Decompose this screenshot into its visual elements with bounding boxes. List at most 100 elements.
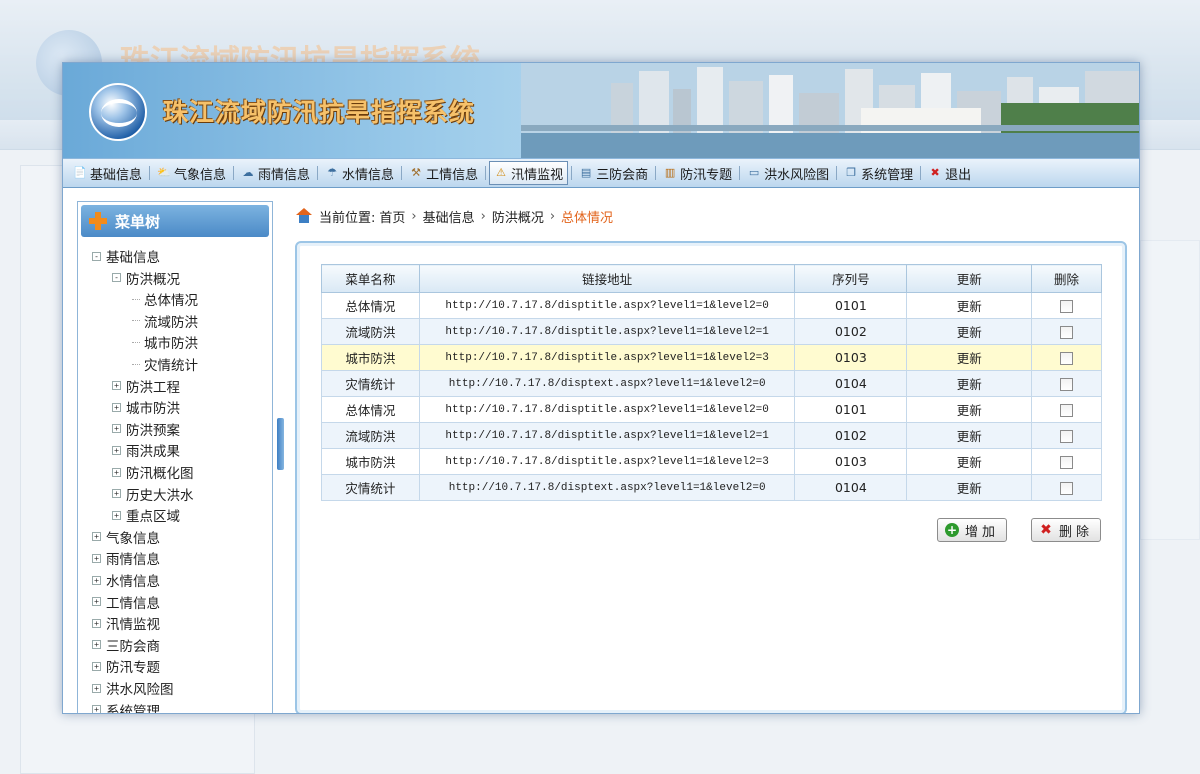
- nav-item-6[interactable]: ▤ 三防会商: [575, 161, 652, 185]
- breadcrumb-item-home[interactable]: 首页: [379, 207, 405, 226]
- tree-node[interactable]: 总体情况: [132, 289, 198, 309]
- column-header-delete[interactable]: 删除: [1031, 264, 1102, 293]
- update-link[interactable]: 更新: [906, 474, 1033, 501]
- tree-node-label: 三防会商: [106, 638, 160, 655]
- nav-item-10[interactable]: ✖ 退出: [924, 161, 975, 185]
- plus-icon: [89, 212, 107, 230]
- nav-item-label: 汛情监视: [511, 167, 564, 183]
- column-header-update[interactable]: 更新: [906, 264, 1033, 293]
- tree-node[interactable]: + 雨洪成果: [112, 440, 180, 460]
- table-row[interactable]: 总体情况 http://10.7.17.8/disptitle.aspx?leve…: [321, 396, 1102, 423]
- expand-toggle-icon[interactable]: +: [112, 402, 121, 412]
- expand-toggle-icon[interactable]: +: [112, 381, 121, 391]
- tree-node[interactable]: 灾情统计: [132, 354, 198, 374]
- update-link[interactable]: 更新: [906, 396, 1033, 423]
- expand-toggle-icon[interactable]: +: [112, 424, 121, 434]
- nav-separator: [317, 166, 319, 180]
- tree-node[interactable]: + 三防会商: [92, 635, 160, 655]
- update-link[interactable]: 更新: [906, 422, 1033, 449]
- tree-node[interactable]: - 基础信息: [92, 246, 160, 266]
- expand-toggle-icon[interactable]: +: [92, 705, 101, 713]
- tree-node[interactable]: + 洪水风险图: [92, 678, 174, 698]
- update-link[interactable]: 更新: [906, 370, 1033, 397]
- delete-checkbox[interactable]: [1060, 482, 1074, 495]
- nav-item-7[interactable]: ▥ 防汛专题: [659, 161, 736, 185]
- column-header-sequence[interactable]: 序列号: [794, 264, 908, 293]
- expand-toggle-icon[interactable]: +: [112, 489, 121, 499]
- update-link[interactable]: 更新: [906, 292, 1033, 319]
- collapse-toggle-icon[interactable]: -: [92, 251, 101, 261]
- delete-checkbox[interactable]: [1060, 456, 1074, 469]
- tree-node[interactable]: + 系统管理: [92, 700, 160, 713]
- tree-node[interactable]: + 城市防洪: [112, 397, 180, 417]
- update-link[interactable]: 更新: [906, 344, 1033, 371]
- weather-cloud-icon: ⛅: [157, 166, 171, 179]
- expand-toggle-icon[interactable]: +: [92, 661, 101, 671]
- update-link[interactable]: 更新: [906, 318, 1033, 345]
- nav-separator: [655, 166, 657, 180]
- cell-menu-name: 城市防洪: [321, 448, 420, 475]
- expand-toggle-icon[interactable]: +: [112, 445, 121, 455]
- add-button[interactable]: + 增加: [937, 518, 1007, 542]
- table-row[interactable]: 城市防洪 http://10.7.17.8/disptitle.aspx?leve…: [321, 344, 1102, 371]
- expand-toggle-icon[interactable]: +: [112, 510, 121, 520]
- expand-toggle-icon[interactable]: +: [92, 640, 101, 650]
- breadcrumb-item-basic-info[interactable]: 基础信息: [423, 207, 475, 226]
- tree-node[interactable]: + 重点区域: [112, 505, 180, 525]
- expand-toggle-icon[interactable]: +: [92, 683, 101, 693]
- tree-node-label: 城市防洪: [144, 336, 198, 353]
- nav-item-5[interactable]: ⚠ 汛情监视: [489, 161, 569, 185]
- tree-node[interactable]: + 水情信息: [92, 570, 160, 590]
- nav-item-4[interactable]: ⚒ 工情信息: [405, 161, 482, 185]
- breadcrumb-item-flood-overview[interactable]: 防洪概况: [492, 207, 544, 226]
- delete-checkbox[interactable]: [1060, 378, 1074, 391]
- delete-checkbox[interactable]: [1060, 326, 1074, 339]
- nav-item-9[interactable]: ❐ 系统管理: [840, 161, 917, 185]
- column-header-menu-name[interactable]: 菜单名称: [321, 264, 420, 293]
- tree-node[interactable]: - 防洪概况: [112, 268, 180, 288]
- nav-item-8[interactable]: ▭ 洪水风险图: [743, 161, 833, 185]
- nav-item-0[interactable]: 📄 基础信息: [69, 161, 146, 185]
- expand-toggle-icon[interactable]: +: [92, 553, 101, 563]
- expand-toggle-icon[interactable]: +: [92, 532, 101, 542]
- tree-node[interactable]: + 防汛专题: [92, 656, 160, 676]
- table-row[interactable]: 总体情况 http://10.7.17.8/disptitle.aspx?leve…: [321, 292, 1102, 319]
- delete-checkbox[interactable]: [1060, 300, 1074, 313]
- tree-node[interactable]: + 防洪预案: [112, 419, 180, 439]
- delete-checkbox[interactable]: [1060, 430, 1074, 443]
- table-row[interactable]: 灾情统计 http://10.7.17.8/disptext.aspx?level…: [321, 474, 1102, 501]
- delete-button-label: 删除: [1058, 524, 1093, 540]
- tree-node[interactable]: + 防洪工程: [112, 376, 180, 396]
- table-row[interactable]: 城市防洪 http://10.7.17.8/disptitle.aspx?leve…: [321, 448, 1102, 475]
- tree-node[interactable]: 城市防洪: [132, 332, 198, 352]
- nav-item-1[interactable]: ⛅ 气象信息: [153, 161, 230, 185]
- nav-item-3[interactable]: ☂ 水情信息: [321, 161, 398, 185]
- tree-node[interactable]: 流域防洪: [132, 311, 198, 331]
- expand-toggle-icon[interactable]: +: [112, 467, 121, 477]
- table-row[interactable]: 流域防洪 http://10.7.17.8/disptitle.aspx?leve…: [321, 422, 1102, 449]
- tree-node[interactable]: + 防汛概化图: [112, 462, 194, 482]
- tree-node[interactable]: + 气象信息: [92, 527, 160, 547]
- expand-toggle-icon[interactable]: +: [92, 597, 101, 607]
- tree-node[interactable]: + 工情信息: [92, 592, 160, 612]
- nav-item-label: 工情信息: [426, 167, 479, 183]
- tree-node[interactable]: + 历史大洪水: [112, 484, 194, 504]
- cell-menu-name: 城市防洪: [321, 344, 420, 371]
- tree-node[interactable]: + 汛情监视: [92, 613, 160, 633]
- menu-table: 菜单名称 链接地址 序列号 更新 删除 总体情况 http://10.7.17.8…: [321, 264, 1102, 501]
- content-panel: 菜单名称 链接地址 序列号 更新 删除 总体情况 http://10.7.17.8…: [295, 241, 1127, 713]
- tree-node[interactable]: + 雨情信息: [92, 548, 160, 568]
- table-row[interactable]: 流域防洪 http://10.7.17.8/disptitle.aspx?leve…: [321, 318, 1102, 345]
- sidebar-collapse-handle[interactable]: [277, 418, 284, 470]
- expand-toggle-icon[interactable]: +: [92, 575, 101, 585]
- expand-toggle-icon[interactable]: +: [92, 618, 101, 628]
- delete-checkbox[interactable]: [1060, 404, 1074, 417]
- collapse-toggle-icon[interactable]: -: [112, 273, 121, 283]
- nav-item-2[interactable]: ☁ 雨情信息: [237, 161, 314, 185]
- cell-delete: [1031, 318, 1102, 345]
- column-header-link[interactable]: 链接地址: [418, 264, 796, 293]
- update-link[interactable]: 更新: [906, 448, 1033, 475]
- delete-checkbox[interactable]: [1060, 352, 1074, 365]
- table-row[interactable]: 灾情统计 http://10.7.17.8/disptext.aspx?level…: [321, 370, 1102, 397]
- delete-button[interactable]: ✖ 删除: [1031, 518, 1101, 542]
